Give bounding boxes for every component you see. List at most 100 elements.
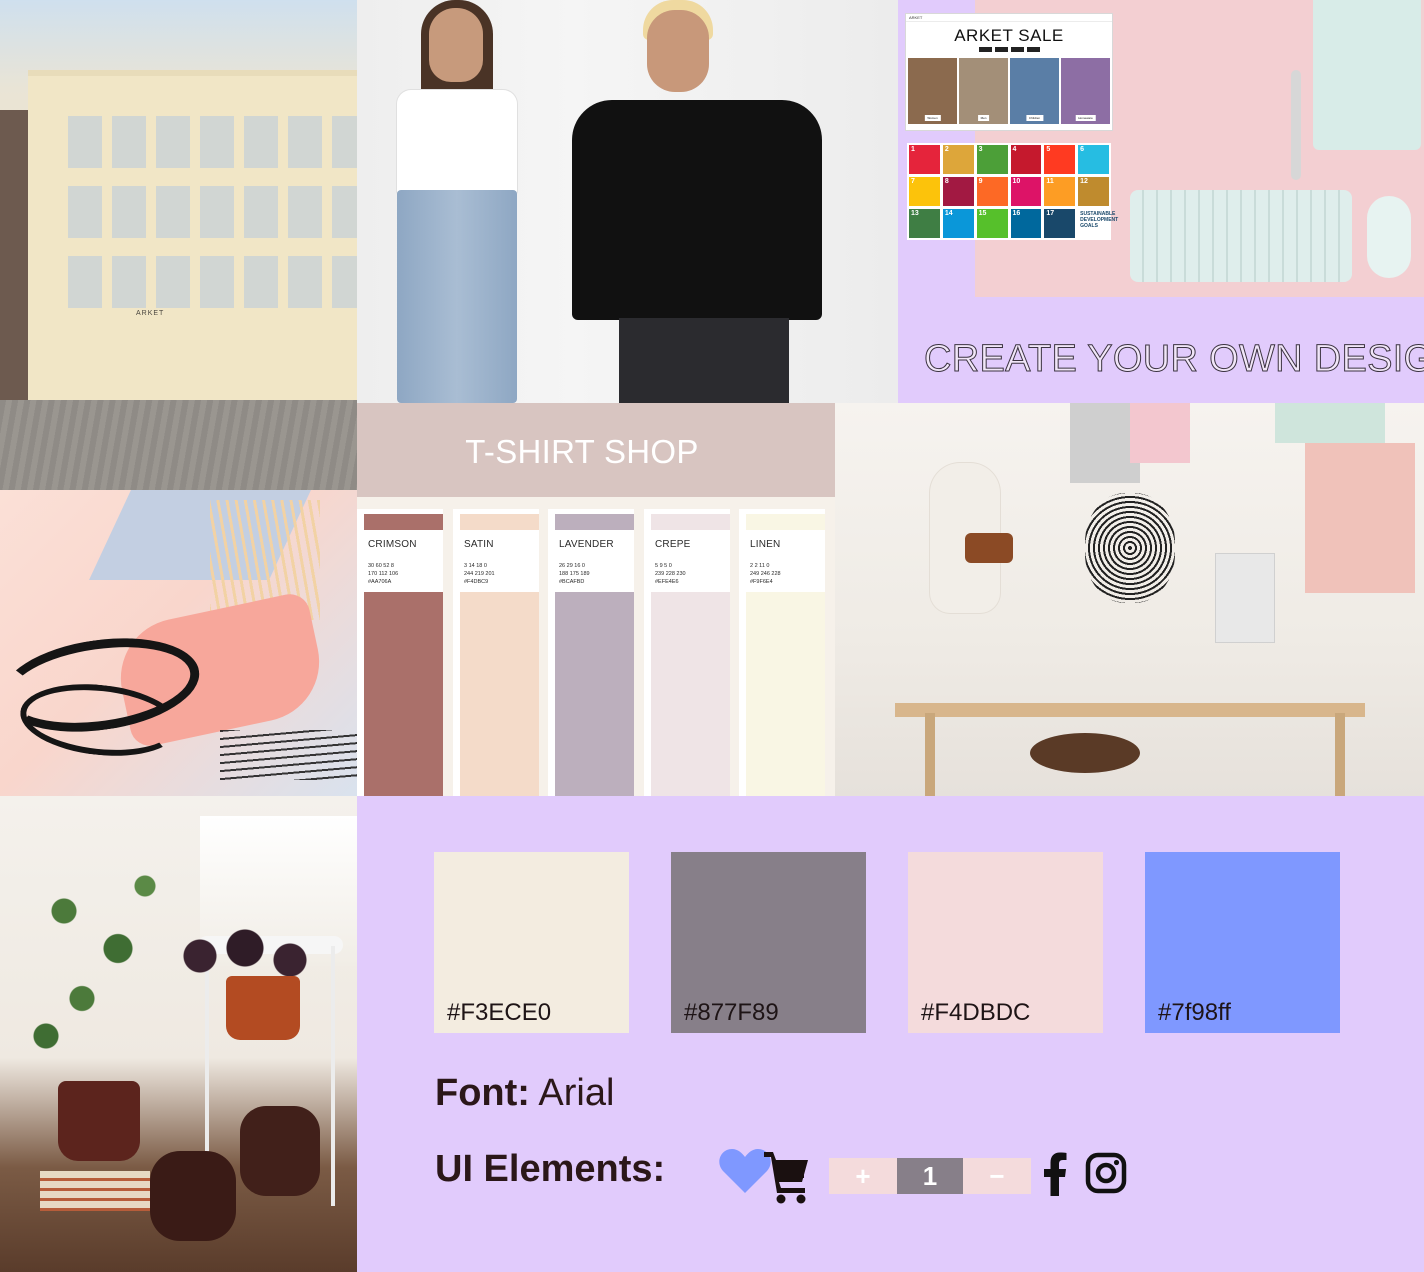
sdg-number: 5 <box>1046 146 1051 153</box>
shop-title: T-SHIRT SHOP <box>465 433 699 470</box>
font-value: Arial <box>538 1072 615 1114</box>
swatch-cmyk: 26 29 16 0 <box>559 563 585 569</box>
swatch-codes: 2 2 11 0 249 246 228 #F9F6E4 <box>750 562 781 586</box>
swatch-cmyk: 3 14 18 0 <box>464 563 487 569</box>
website-thumb-label: Women <box>924 115 941 121</box>
swatch-name: LAVENDER <box>559 539 614 550</box>
swatch-rgb: 188 175 189 <box>559 571 590 577</box>
sdg-number: 17 <box>1046 210 1055 217</box>
facebook-icon[interactable] <box>1042 1152 1068 1196</box>
swatch-hex: #EFE4E6 <box>655 579 679 585</box>
sdg-number: 14 <box>944 210 953 217</box>
sdg-tile: 7 <box>909 177 940 206</box>
sdg-tile: 10 <box>1010 177 1042 206</box>
instagram-icon[interactable] <box>1085 1152 1127 1194</box>
create-design-title: CREATE YOUR OWN DESIGN <box>924 338 1424 381</box>
swatch-codes: 30 60 52 8 170 112 106 #AA706A <box>368 562 398 586</box>
website-thumb[interactable]: Women <box>908 58 957 124</box>
swatch-card: LINEN 2 2 11 0 249 246 228 #F9F6E4 <box>739 509 825 796</box>
website-title: ARKET SALE <box>954 26 1064 45</box>
storefront-photo: ARKET <box>0 0 357 490</box>
color-hex-label: #F4DBDC <box>921 999 1031 1026</box>
sdg-tile: 6 <box>1078 145 1109 174</box>
sdg-tile: 12 <box>1078 177 1109 206</box>
font-line: Font: Arial <box>435 1072 614 1115</box>
swatch-card: SATIN 3 14 18 0 244 219 201 #F4DBC9 <box>453 509 539 796</box>
swatch-card: CREPE 5 9 5 0 239 228 230 #EFE4E6 <box>644 509 730 796</box>
color-hex-label: #7f98ff <box>1158 999 1231 1026</box>
website-thumb[interactable]: Children <box>1010 58 1059 124</box>
sdg-number: 12 <box>1080 178 1088 185</box>
sdg-number: 15 <box>978 210 987 217</box>
swatch-codes: 26 29 16 0 188 175 189 #BCAFBD <box>559 562 590 586</box>
website-nav: ARKET <box>906 14 1112 22</box>
sdg-number: 10 <box>1012 178 1021 185</box>
website-screenshot: ARKET ARKET SALE Women Men Children Homewar… <box>906 14 1112 130</box>
tshirt-shop-palette: T-SHIRT SHOP CRIMSON 30 60 52 8 170 112 10… <box>357 403 835 796</box>
sdg-number: 11 <box>1046 178 1054 185</box>
swatch-chip <box>364 514 443 530</box>
studio-photo <box>835 403 1424 796</box>
plants-photo <box>0 796 357 1272</box>
website-thumb-label: Homeware <box>1075 115 1096 121</box>
swatch-rgb: 249 246 228 <box>750 571 781 577</box>
swatch-name: SATIN <box>464 539 494 550</box>
abstract-art <box>0 490 357 796</box>
sdg-tile: 4 <box>1010 145 1042 174</box>
swatch-rgb: 244 219 201 <box>464 571 495 577</box>
sdg-tile: 3 <box>976 145 1008 174</box>
color-swatch: #7f98ff <box>1145 852 1340 1033</box>
sdg-tile: 1 <box>909 145 940 174</box>
create-design-panel: ARKET ARKET SALE Women Men Children Homewar… <box>898 0 1424 403</box>
swatch-codes: 5 9 5 0 239 228 230 #EFE4E6 <box>655 562 686 586</box>
swatch-cmyk: 5 9 5 0 <box>655 563 672 569</box>
sdg-tile: 2 <box>942 145 974 174</box>
sdg-tile: 13 <box>909 209 940 238</box>
website-thumb[interactable]: Men <box>959 58 1008 124</box>
sdg-tile: 14 <box>942 209 974 238</box>
sdg-tile: SUSTAINABLE DEVELOPMENT GOALS <box>1078 209 1118 238</box>
swatch-chip <box>555 514 634 530</box>
swatch-bar <box>460 592 539 796</box>
sdg-number: 4 <box>1012 146 1017 153</box>
color-swatch: #F3ECE0 <box>434 852 629 1033</box>
sdg-number: 3 <box>978 146 983 153</box>
swatch-bar <box>364 592 443 796</box>
sdg-number: 2 <box>944 146 949 153</box>
swatch-name: CREPE <box>655 539 691 550</box>
website-thumb-label: Children <box>1025 115 1044 121</box>
swatch-chip <box>746 514 825 530</box>
swatch-cmyk: 30 60 52 8 <box>368 563 394 569</box>
quantity-stepper[interactable]: + 1 − <box>829 1158 1031 1194</box>
swatch-name: CRIMSON <box>368 539 417 550</box>
sdg-number: 7 <box>911 178 915 185</box>
sdg-tile: 15 <box>976 209 1008 238</box>
swatch-bar <box>746 592 825 796</box>
font-label: Font: <box>435 1072 530 1114</box>
swatch-cmyk: 2 2 11 0 <box>750 563 770 569</box>
sdg-grid: 1 2 3 4 5 6 7 8 9 10 11 12 13 14 15 16 17 SUSTAINABLE DEV… <box>907 143 1118 240</box>
stepper-value: 1 <box>897 1158 963 1194</box>
swatch-bar <box>651 592 730 796</box>
sdg-number: 1 <box>911 146 915 153</box>
website-thumb-label: Men <box>977 115 990 121</box>
style-guide-panel: #F3ECE0 #877F89 #F4DBDC #7f98ff Font: Arial… <box>357 796 1424 1272</box>
color-hex-label: #877F89 <box>684 999 779 1026</box>
sdg-tile: 5 <box>1044 145 1076 174</box>
swatch-rgb: 239 228 230 <box>655 571 686 577</box>
swatch-hex: #F9F6E4 <box>750 579 773 585</box>
tshirt-models-photo <box>357 0 898 403</box>
color-swatch: #F4DBDC <box>908 852 1103 1033</box>
website-thumb[interactable]: Homeware <box>1061 58 1110 124</box>
sdg-tile: 11 <box>1044 177 1076 206</box>
sdg-number: 16 <box>1012 210 1021 217</box>
swatch-rgb: 170 112 106 <box>368 571 399 577</box>
sdg-tile: 9 <box>976 177 1008 206</box>
swatch-name: LINEN <box>750 539 781 550</box>
stepper-minus-button[interactable]: − <box>963 1158 1031 1194</box>
swatch-chip <box>651 514 730 530</box>
swatch-hex: #AA706A <box>368 579 392 585</box>
sdg-number: 6 <box>1080 146 1085 153</box>
cart-icon[interactable] <box>762 1146 812 1204</box>
stepper-plus-button[interactable]: + <box>829 1158 897 1194</box>
